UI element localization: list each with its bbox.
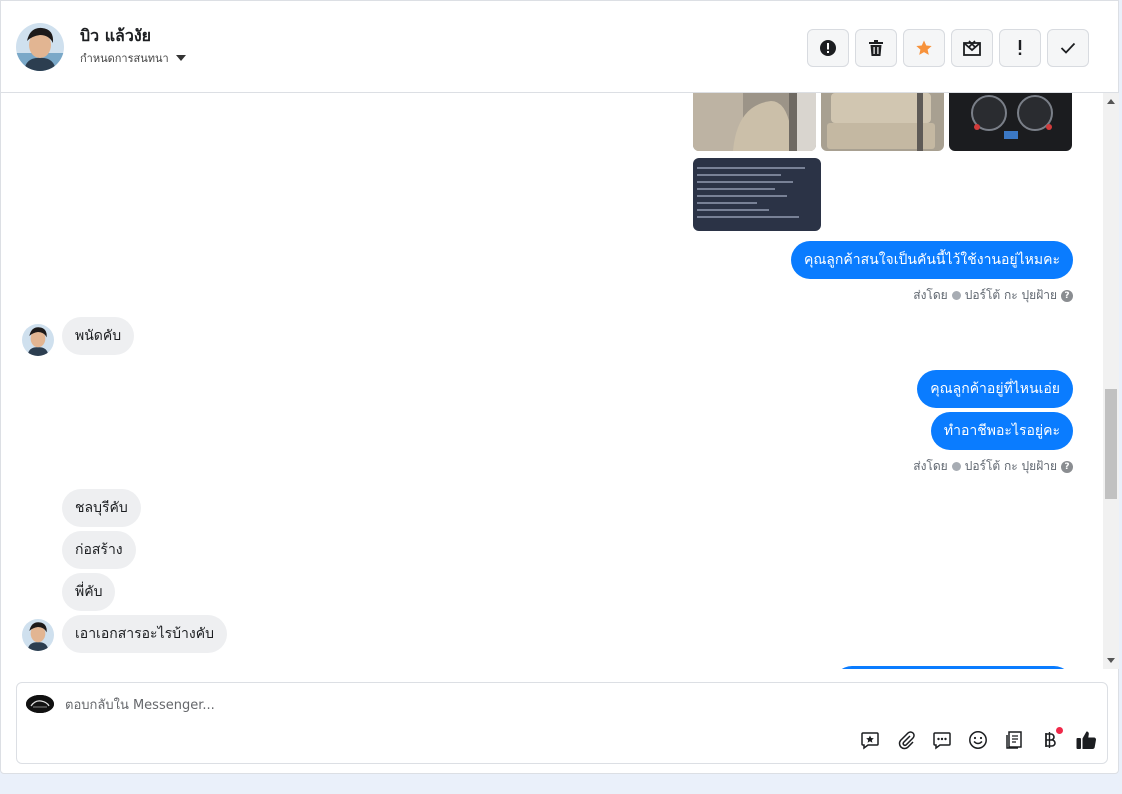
help-icon[interactable]: ? xyxy=(1061,460,1073,473)
exclamation-circle-icon xyxy=(820,40,836,56)
car-photo-dashboard[interactable] xyxy=(949,93,1072,151)
reply-input[interactable] xyxy=(65,694,865,716)
car-document-photo[interactable] xyxy=(693,158,821,231)
scroll-thumb[interactable] xyxy=(1105,389,1117,499)
contact-avatar-small xyxy=(22,324,54,356)
message-scrollbar[interactable] xyxy=(1103,93,1119,669)
star-chat-icon xyxy=(861,732,879,750)
exclamation-icon xyxy=(1018,40,1022,55)
sent-by-label: ส่งโดย xyxy=(913,288,948,302)
sent-by-name[interactable]: ปอร์โต้ กะ ปุยฝ้าย xyxy=(965,457,1057,476)
conversation-setting-label: กำหนดการสนทนา xyxy=(80,52,169,65)
car-photo-rear-seat[interactable] xyxy=(821,93,944,151)
outgoing-message[interactable]: คุณลูกค้าอยู่ที่ไหนเอ่ย xyxy=(917,370,1073,408)
page-avatar xyxy=(26,695,54,713)
saved-reply-button[interactable] xyxy=(859,729,881,751)
sent-by-info: ส่งโดย ปอร์โต้ กะ ปุยฝ้าย ? xyxy=(913,457,1073,476)
report-button[interactable] xyxy=(807,29,849,67)
paperclip-icon xyxy=(898,731,915,750)
scroll-down-arrow-icon[interactable] xyxy=(1107,658,1115,663)
trash-icon xyxy=(869,40,883,56)
check-circle-icon xyxy=(951,291,961,300)
conversation-header: บิว แล้วงัย กำหนดการสนทนา xyxy=(1,1,1118,93)
sent-by-name[interactable]: ปอร์โต้ กะ ปุยฝ้าย xyxy=(965,286,1057,305)
outgoing-message-partial[interactable] xyxy=(833,666,1073,669)
incoming-message[interactable]: พี่คับ xyxy=(62,573,116,611)
notebook-icon xyxy=(1006,731,1022,749)
outgoing-message[interactable]: คุณลูกค้าสนใจเป็นคันนี้ไว้ใช้งานอยู่ไหมค… xyxy=(790,241,1073,279)
help-icon[interactable]: ? xyxy=(1061,289,1073,302)
envelope-x-icon xyxy=(963,40,981,56)
messenger-panel: บิว แล้วงัย กำหนดการสนทนา คุณลูกค้าสนใจเ… xyxy=(0,0,1119,774)
caret-down-icon xyxy=(175,55,186,61)
contact-name: บิว แล้วงัย xyxy=(80,26,151,45)
like-button[interactable] xyxy=(1075,729,1097,751)
important-button[interactable] xyxy=(999,29,1041,67)
emoji-button[interactable] xyxy=(967,729,989,751)
delete-button[interactable] xyxy=(855,29,897,67)
incoming-message[interactable]: ก่อสร้าง xyxy=(62,531,136,569)
reply-composer xyxy=(16,682,1108,764)
message-thread: คุณลูกค้าสนใจเป็นคันนี้ไว้ใช้งานอยู่ไหมค… xyxy=(1,93,1103,669)
quick-reply-button[interactable] xyxy=(931,729,953,751)
incoming-message[interactable]: ชลบุรีคับ xyxy=(62,489,141,527)
outgoing-message[interactable]: ทำอาชีพอะไรอยู่คะ xyxy=(930,412,1073,450)
conversation-setting-dropdown[interactable]: กำหนดการสนทนา xyxy=(80,49,186,67)
star-button[interactable] xyxy=(903,29,945,67)
sent-by-info: ส่งโดย ปอร์โต้ กะ ปุยฝ้าย ? xyxy=(913,286,1073,305)
incoming-message[interactable]: เอาเอกสารอะไรบ้างคับ xyxy=(62,615,227,653)
composer-tools xyxy=(859,727,1097,751)
baht-icon xyxy=(1045,732,1056,748)
incoming-message-text: เอาเอกสารอะไรบ้างคับ xyxy=(75,626,214,642)
thumbs-up-icon xyxy=(1076,731,1097,750)
scroll-up-arrow-icon[interactable] xyxy=(1107,99,1115,104)
attach-button[interactable] xyxy=(895,729,917,751)
payment-button[interactable] xyxy=(1039,727,1063,751)
smiley-icon xyxy=(969,731,987,749)
contact-avatar[interactable] xyxy=(16,23,64,71)
templates-button[interactable] xyxy=(1003,729,1025,751)
chat-dots-icon xyxy=(933,732,951,750)
check-circle-icon xyxy=(951,462,961,471)
notification-dot xyxy=(1056,727,1063,734)
mark-unread-button[interactable] xyxy=(951,29,993,67)
conversation-toolbar xyxy=(807,29,1089,67)
star-icon xyxy=(916,40,932,55)
car-photo-interior-front[interactable] xyxy=(693,93,816,151)
sent-by-label: ส่งโดย xyxy=(913,459,948,473)
checkmark-icon xyxy=(1060,42,1076,54)
contact-avatar-small xyxy=(22,619,54,651)
done-button[interactable] xyxy=(1047,29,1089,67)
incoming-message[interactable]: พนัดคับ xyxy=(62,317,135,355)
